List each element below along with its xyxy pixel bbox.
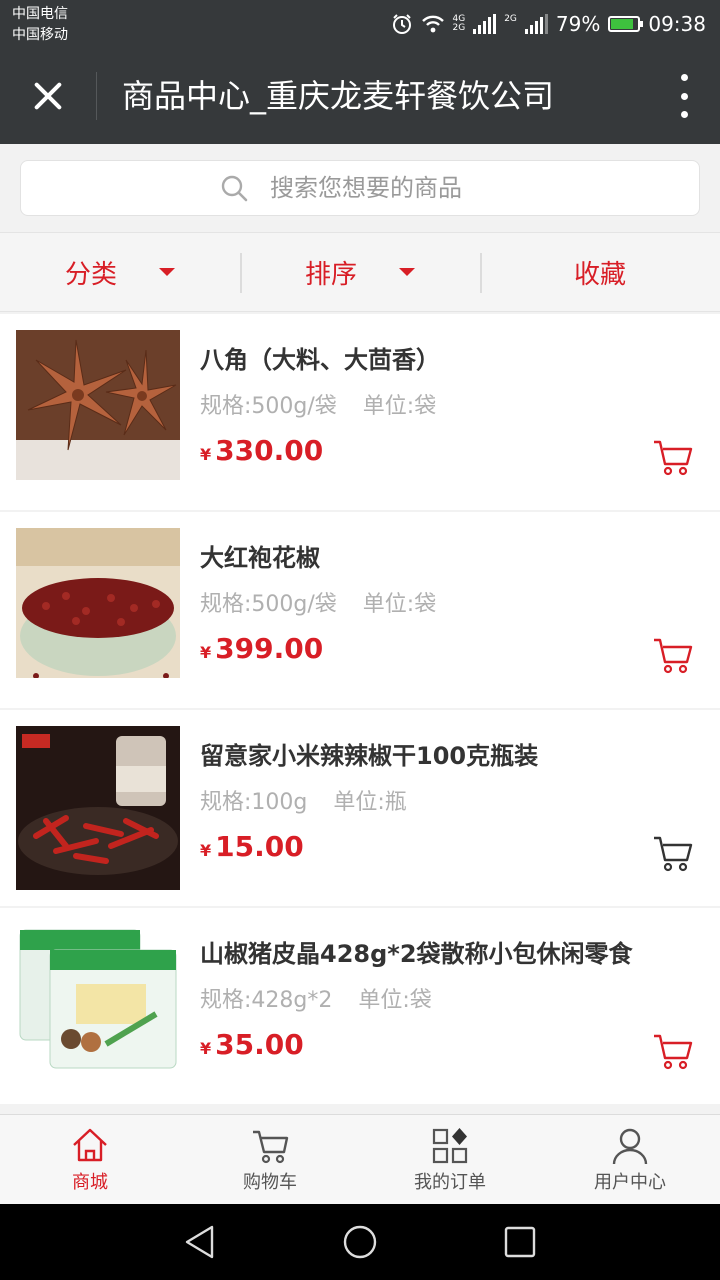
add-to-cart-icon[interactable] [652, 832, 694, 874]
carrier-info: 中国电信 中国移动 [12, 4, 68, 46]
more-options-button[interactable] [676, 74, 692, 118]
signal-1-icon [473, 14, 497, 34]
page-title: 商品中心_重庆龙麦轩餐饮公司 [122, 77, 555, 115]
filter-bar: 分类 排序 收藏 [0, 232, 720, 312]
product-item[interactable]: 大红袍花椒 规格:500g/袋 单位:袋 ¥399.00 [0, 512, 720, 708]
filter-category[interactable]: 分类 [0, 233, 240, 311]
close-button[interactable] [20, 68, 76, 124]
status-bar: 中国电信 中国移动 4G 2G 2G 79% 09:38 [0, 0, 720, 48]
price-value: 35.00 [215, 1028, 304, 1061]
filter-sort[interactable]: 排序 [240, 233, 480, 311]
filter-category-label: 分类 [64, 259, 117, 290]
search-area [0, 144, 720, 232]
product-spec-size: 规格:500g/袋 [200, 394, 337, 419]
alarm-icon [392, 14, 411, 34]
wifi-icon [421, 15, 444, 33]
add-to-cart-icon[interactable] [652, 634, 694, 676]
nav-item-mall[interactable]: 商城 [0, 1115, 180, 1204]
nav-item-user[interactable]: 用户中心 [540, 1115, 720, 1204]
more-dot-icon [680, 111, 688, 118]
signal-2-icon [524, 14, 548, 34]
product-spec-size: 规格:500g/袋 [200, 592, 337, 617]
search-box[interactable] [20, 160, 700, 216]
product-image[interactable] [16, 528, 180, 678]
filter-favorite-label: 收藏 [573, 259, 626, 290]
more-dot-icon [680, 74, 688, 81]
back-icon[interactable] [182, 1224, 218, 1260]
orders-icon [432, 1127, 468, 1163]
product-price: ¥15.00 [200, 830, 304, 863]
home-circle-icon[interactable] [342, 1224, 378, 1260]
network-label-2g: 2G [452, 23, 466, 33]
product-spec-unit: 单位:袋 [362, 592, 437, 617]
add-to-cart-icon[interactable] [652, 436, 694, 478]
product-name[interactable]: 大红袍花椒 [200, 538, 320, 573]
carrier-1: 中国电信 [12, 6, 68, 22]
product-spec: 规格:428g*2 单位:袋 [200, 982, 432, 1014]
search-icon [221, 175, 248, 202]
title-divider [96, 72, 97, 120]
product-image[interactable] [16, 924, 180, 1074]
bottom-nav: 商城 购物车 我的订单 用户中心 [0, 1114, 720, 1204]
currency-symbol: ¥ [200, 643, 212, 662]
battery-icon [608, 16, 644, 32]
nav-label: 商城 [72, 1171, 108, 1193]
caret-down-icon [399, 268, 415, 276]
nav-label: 购物车 [243, 1171, 297, 1193]
product-spec-unit: 单位:瓶 [333, 790, 407, 815]
product-price: ¥35.00 [200, 1028, 304, 1061]
nav-label: 我的订单 [414, 1171, 486, 1193]
currency-symbol: ¥ [200, 841, 212, 860]
user-icon [612, 1128, 648, 1164]
product-item[interactable]: 留意家小米辣辣椒干100克瓶装 规格:100g 单位:瓶 ¥15.00 [0, 710, 720, 906]
product-spec-size: 规格:100g [200, 790, 308, 815]
product-image[interactable] [16, 330, 180, 480]
currency-symbol: ¥ [200, 445, 212, 464]
product-spec-size: 规格:428g*2 [200, 988, 333, 1013]
home-icon [73, 1128, 107, 1161]
status-indicators: 4G 2G 2G 79% 09:38 [391, 8, 706, 40]
product-spec-unit: 单位:袋 [362, 394, 437, 419]
product-name[interactable]: 山椒猪皮晶428g*2袋散称小包休闲零食 [200, 934, 633, 969]
product-price: ¥399.00 [200, 632, 323, 665]
cart-icon [253, 1130, 289, 1163]
price-value: 330.00 [215, 434, 324, 467]
network-type-1: 4G 2G [453, 15, 466, 33]
product-spec: 规格:500g/袋 单位:袋 [200, 586, 436, 618]
nav-item-orders[interactable]: 我的订单 [360, 1115, 540, 1204]
carrier-2: 中国移动 [12, 27, 68, 43]
network-type-2: 2G [504, 15, 517, 33]
system-nav-bar [0, 1204, 720, 1280]
product-price: ¥330.00 [200, 434, 323, 467]
price-value: 399.00 [215, 632, 324, 665]
product-name[interactable]: 留意家小米辣辣椒干100克瓶装 [200, 736, 538, 771]
product-spec: 规格:100g 单位:瓶 [200, 784, 407, 816]
price-value: 15.00 [215, 830, 304, 863]
recents-icon[interactable] [502, 1224, 538, 1260]
title-bar: 商品中心_重庆龙麦轩餐饮公司 [0, 48, 720, 144]
clock: 09:38 [648, 12, 706, 36]
product-image[interactable] [16, 726, 180, 890]
filter-sort-label: 排序 [304, 259, 357, 290]
product-name[interactable]: 八角（大料、大茴香） [200, 340, 440, 375]
product-spec-unit: 单位:袋 [358, 988, 432, 1013]
product-item[interactable]: 山椒猪皮晶428g*2袋散称小包休闲零食 规格:428g*2 单位:袋 ¥35.0… [0, 908, 720, 1104]
currency-symbol: ¥ [200, 1039, 212, 1058]
product-item[interactable]: 八角（大料、大茴香） 规格:500g/袋 单位:袋 ¥330.00 [0, 314, 720, 510]
nav-item-cart[interactable]: 购物车 [180, 1115, 360, 1204]
caret-down-icon [159, 268, 175, 276]
nav-label: 用户中心 [594, 1171, 666, 1193]
search-input[interactable] [270, 174, 500, 202]
more-dot-icon [680, 92, 688, 100]
add-to-cart-icon[interactable] [652, 1030, 694, 1072]
product-spec: 规格:500g/袋 单位:袋 [200, 388, 436, 420]
battery-percent: 79% [555, 12, 601, 36]
filter-favorite[interactable]: 收藏 [480, 233, 720, 311]
